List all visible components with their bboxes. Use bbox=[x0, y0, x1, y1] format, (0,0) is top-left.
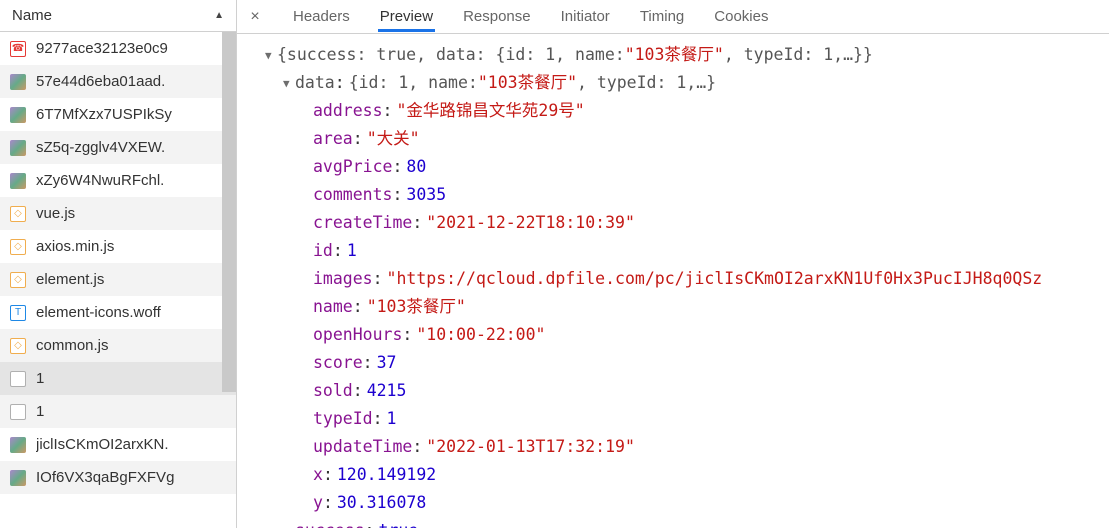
tab-response[interactable]: Response bbox=[461, 2, 533, 31]
request-row[interactable]: 1 bbox=[0, 362, 236, 395]
json-value-score: 37 bbox=[377, 350, 397, 376]
request-name: IOf6VX3qaBgFXFVg bbox=[36, 469, 174, 486]
root-summary-suffix: , typeId: 1,…}} bbox=[724, 42, 873, 68]
tab-headers[interactable]: Headers bbox=[291, 2, 352, 31]
request-name: 6T7MfXzx7USPIkSy bbox=[36, 106, 172, 123]
js-icon: ◇ bbox=[10, 206, 26, 222]
doc-icon: ☎ bbox=[10, 41, 26, 57]
request-name: vue.js bbox=[36, 205, 75, 222]
request-row[interactable]: ◇ common.js bbox=[0, 329, 236, 362]
js-icon: ◇ bbox=[10, 272, 26, 288]
image-icon bbox=[10, 437, 26, 453]
request-name: 1 bbox=[36, 370, 44, 387]
detail-panel: × Headers Preview Response Initiator Timing C… bbox=[237, 0, 1109, 528]
tab-preview[interactable]: Preview bbox=[378, 2, 435, 32]
json-value-images: "https://qcloud.dpfile.com/pc/jiclIsCKmO… bbox=[387, 266, 1043, 292]
json-key-openHours: openHours bbox=[313, 322, 402, 348]
json-key-area: area bbox=[313, 126, 353, 152]
request-row[interactable]: ◇ vue.js bbox=[0, 197, 236, 230]
json-key-sold: sold bbox=[313, 378, 353, 404]
json-value-typeId: 1 bbox=[387, 406, 397, 432]
js-icon: ◇ bbox=[10, 239, 26, 255]
tab-timing[interactable]: Timing bbox=[638, 2, 686, 31]
json-value-x: 120.149192 bbox=[337, 462, 436, 488]
root-summary-prefix: {success: true, data: {id: 1, name: bbox=[277, 42, 625, 68]
json-value-comments: 3035 bbox=[406, 182, 446, 208]
json-key-createTime: createTime bbox=[313, 210, 412, 236]
json-key-data: data bbox=[295, 70, 335, 96]
json-key-images: images bbox=[313, 266, 373, 292]
json-key-name: name bbox=[313, 294, 353, 320]
expand-arrow-icon[interactable]: ▼ bbox=[283, 71, 295, 97]
request-name: 57e44d6eba01aad. bbox=[36, 73, 165, 90]
tab-cookies[interactable]: Cookies bbox=[712, 2, 770, 31]
json-value-name: "103茶餐厅" bbox=[367, 294, 466, 320]
image-icon bbox=[10, 74, 26, 90]
data-summary-prefix: {id: 1, name: bbox=[349, 70, 478, 96]
json-key-score: score bbox=[313, 350, 363, 376]
expand-arrow-icon[interactable]: ▼ bbox=[265, 43, 277, 69]
preview-json-tree[interactable]: ▼ {success: true, data: {id: 1, name: "1… bbox=[237, 34, 1109, 528]
scrollbar-thumb[interactable] bbox=[222, 32, 236, 392]
data-summary-suffix: , typeId: 1,…} bbox=[577, 70, 716, 96]
json-value-openHours: "10:00-22:00" bbox=[416, 322, 545, 348]
font-icon: T bbox=[10, 305, 26, 321]
js-icon: ◇ bbox=[10, 338, 26, 354]
tab-initiator[interactable]: Initiator bbox=[559, 2, 612, 31]
request-name: 9277ace32123e0c9 bbox=[36, 40, 168, 57]
json-key-typeId: typeId bbox=[313, 406, 373, 432]
request-name: element.js bbox=[36, 271, 104, 288]
json-key-x: x bbox=[313, 462, 323, 488]
request-name: common.js bbox=[36, 337, 109, 354]
json-value-sold: 4215 bbox=[367, 378, 407, 404]
json-value-id: 1 bbox=[347, 238, 357, 264]
image-icon bbox=[10, 107, 26, 123]
json-key-updateTime: updateTime bbox=[313, 434, 412, 460]
request-row[interactable]: 6T7MfXzx7USPIkSy bbox=[0, 98, 236, 131]
json-value-avgPrice: 80 bbox=[406, 154, 426, 180]
xhr-icon bbox=[10, 371, 26, 387]
request-row[interactable]: xZy6W4NwuRFchl. bbox=[0, 164, 236, 197]
request-row[interactable]: Telement-icons.woff bbox=[0, 296, 236, 329]
request-name: element-icons.woff bbox=[36, 304, 161, 321]
request-name: jiclIsCKmOI2arxKN. bbox=[36, 436, 169, 453]
network-request-list: Name ▲ ☎ 9277ace32123e0c9 57e44d6eba01aad.… bbox=[0, 0, 237, 528]
xhr-icon bbox=[10, 404, 26, 420]
json-value-success: true bbox=[378, 518, 418, 528]
request-row[interactable]: ◇ element.js bbox=[0, 263, 236, 296]
data-summary-name: "103茶餐厅" bbox=[478, 70, 577, 96]
request-name: 1 bbox=[36, 403, 44, 420]
root-summary-name: "103茶餐厅" bbox=[625, 42, 724, 68]
json-key-address: address bbox=[313, 98, 383, 124]
json-key-y: y bbox=[313, 490, 323, 516]
json-value-createTime: "2021-12-22T18:10:39" bbox=[426, 210, 635, 236]
image-icon bbox=[10, 140, 26, 156]
json-value-area: "大关" bbox=[367, 126, 420, 152]
json-value-address: "金华路锦昌文华苑29号" bbox=[396, 98, 584, 124]
image-icon bbox=[10, 173, 26, 189]
request-name: xZy6W4NwuRFchl. bbox=[36, 172, 164, 189]
request-row[interactable]: 1 bbox=[0, 395, 236, 428]
request-row[interactable]: ☎ 9277ace32123e0c9 bbox=[0, 32, 236, 65]
json-key-id: id bbox=[313, 238, 333, 264]
request-name: axios.min.js bbox=[36, 238, 114, 255]
request-row[interactable]: 57e44d6eba01aad. bbox=[0, 65, 236, 98]
name-column-label: Name bbox=[12, 7, 52, 24]
request-row[interactable]: ◇ axios.min.js bbox=[0, 230, 236, 263]
detail-tabbar: × Headers Preview Response Initiator Timing C… bbox=[237, 0, 1109, 34]
request-row[interactable]: sZ5q-zgglv4VXEW. bbox=[0, 131, 236, 164]
sort-arrow-up-icon: ▲ bbox=[214, 10, 224, 21]
name-column-header[interactable]: Name ▲ bbox=[0, 0, 236, 32]
close-detail-button[interactable]: × bbox=[245, 8, 265, 26]
json-value-updateTime: "2022-01-13T17:32:19" bbox=[426, 434, 635, 460]
json-value-y: 30.316078 bbox=[337, 490, 426, 516]
request-row[interactable]: jiclIsCKmOI2arxKN. bbox=[0, 428, 236, 461]
image-icon bbox=[10, 470, 26, 486]
json-key-comments: comments bbox=[313, 182, 392, 208]
json-key-avgPrice: avgPrice bbox=[313, 154, 392, 180]
json-key-success: success bbox=[295, 518, 365, 528]
request-name: sZ5q-zgglv4VXEW. bbox=[36, 139, 165, 156]
request-row[interactable]: IOf6VX3qaBgFXFVg bbox=[0, 461, 236, 494]
